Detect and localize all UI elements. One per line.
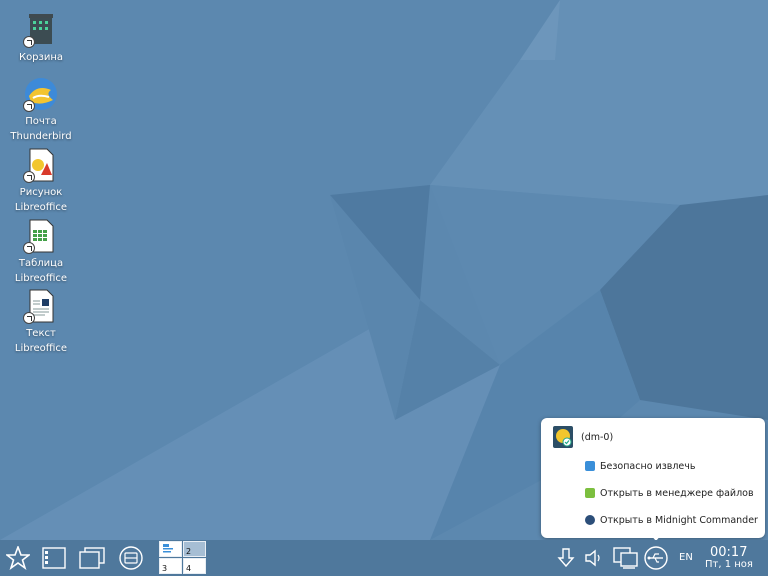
menu-item-label: Открыть в менеджере файлов xyxy=(600,487,754,499)
icon-label: Таблица xyxy=(18,258,64,269)
pager-desktop-number: 2 xyxy=(186,547,192,556)
open-file-manager-item[interactable]: Открыть в менеджере файлов xyxy=(585,485,754,501)
file-manager-icon xyxy=(585,488,595,498)
eject-icon xyxy=(585,461,595,471)
pager-desktop-4[interactable]: 4 xyxy=(183,558,206,574)
safely-eject-item[interactable]: Безопасно извлечь xyxy=(585,458,695,474)
pager-desktop-1[interactable] xyxy=(159,541,182,557)
usb-drive-icon xyxy=(553,426,573,448)
shortcut-arrow-icon xyxy=(23,36,35,48)
thunderbird-icon xyxy=(23,76,59,112)
download-arrow-icon xyxy=(557,548,575,568)
app-grid-icon xyxy=(42,547,66,569)
icon-label-2: Libreoffice xyxy=(14,202,68,213)
icon-label-2: Thunderbird xyxy=(10,131,72,142)
virtual-desktop-pager: 2 3 4 xyxy=(159,541,207,575)
midnight-commander-icon xyxy=(585,515,595,525)
desktop-icon-thunderbird[interactable]: Почта Thunderbird xyxy=(1,76,81,144)
window-thumbnail-icon xyxy=(163,544,173,553)
menu-item-label: Открыть в Midnight Commander xyxy=(600,514,758,526)
menu-item-label: Безопасно извлечь xyxy=(600,460,696,472)
shortcut-arrow-icon xyxy=(23,100,35,112)
trash-icon xyxy=(23,12,59,48)
windows-icon xyxy=(79,547,105,569)
star-icon xyxy=(6,546,30,570)
pager-desktop-number: 3 xyxy=(162,564,168,573)
icon-label: Почта xyxy=(25,116,57,127)
usb-icon xyxy=(644,546,668,570)
pager-desktop-2[interactable]: 2 xyxy=(183,541,206,557)
libreoffice-draw-icon xyxy=(23,147,59,183)
keyboard-layout-indicator[interactable]: EN xyxy=(679,552,693,563)
clock-time[interactable]: 00:17 xyxy=(710,545,747,560)
show-apps-button[interactable] xyxy=(40,544,68,572)
device-name: (dm-0) xyxy=(581,432,614,443)
start-menu-button[interactable] xyxy=(4,544,32,572)
speaker-icon xyxy=(585,549,600,567)
pager-desktop-number: 4 xyxy=(186,564,192,573)
icon-label: Корзина xyxy=(18,52,64,63)
shortcut-arrow-icon xyxy=(23,171,35,183)
desktop-icon-writer[interactable]: Текст Libreoffice xyxy=(1,288,81,356)
desktop-icon-trash[interactable]: Корзина xyxy=(1,12,81,65)
downloads-button[interactable] xyxy=(552,544,580,572)
drawer-icon xyxy=(119,546,143,570)
removable-media-button[interactable] xyxy=(642,544,670,572)
icon-label: Рисунок xyxy=(19,187,63,198)
file-manager-button[interactable] xyxy=(117,544,145,572)
volume-button[interactable] xyxy=(580,544,608,572)
icon-label-2: Libreoffice xyxy=(14,343,68,354)
shortcut-arrow-icon xyxy=(23,312,35,324)
show-windows-button[interactable] xyxy=(78,544,106,572)
shortcut-arrow-icon xyxy=(23,242,35,254)
network-icon xyxy=(613,547,638,569)
taskbar xyxy=(0,540,768,576)
pager-desktop-3[interactable]: 3 xyxy=(159,558,182,574)
clock-date[interactable]: Пт, 1 ноя xyxy=(705,559,753,570)
network-button[interactable] xyxy=(612,544,640,572)
open-midnight-commander-item[interactable]: Открыть в Midnight Commander xyxy=(585,512,758,528)
icon-label-2: Libreoffice xyxy=(14,273,68,284)
desktop-icon-draw[interactable]: Рисунок Libreoffice xyxy=(1,147,81,215)
libreoffice-calc-icon xyxy=(23,218,59,254)
libreoffice-writer-icon xyxy=(23,288,59,324)
removable-device-popup: (dm-0) Безопасно извлечь Открыть в менед… xyxy=(541,418,765,538)
icon-label: Текст xyxy=(26,328,56,339)
desktop-icon-calc[interactable]: Таблица Libreoffice xyxy=(1,218,81,286)
